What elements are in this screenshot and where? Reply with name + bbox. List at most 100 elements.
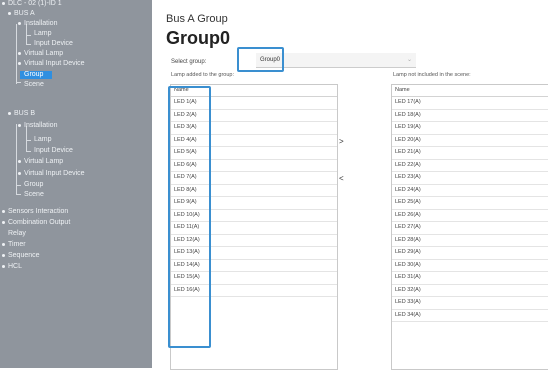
tree-item-label: Input Device: [34, 147, 73, 154]
tree-item-label: HCL: [8, 263, 23, 270]
bullet-icon: [2, 264, 5, 268]
chevron-down-icon: ⌄: [406, 57, 412, 63]
list-item[interactable]: LED 24(A): [392, 185, 548, 197]
tree-connector: [16, 185, 21, 186]
list-header: Name: [392, 85, 548, 97]
remove-from-group-button[interactable]: <: [339, 174, 344, 183]
group-select-highlight: [237, 47, 284, 72]
bullet-icon: [18, 51, 21, 55]
tree-connector: [16, 124, 17, 194]
bullet-icon: [18, 61, 21, 65]
tree-item-label: Lamp: [34, 30, 52, 37]
tree-item-sensors[interactable]: Sensors Interaction: [2, 208, 68, 216]
bullet-icon: [18, 159, 21, 163]
tree-item-scene-b[interactable]: Scene: [24, 191, 44, 199]
tree-item-label: Installation: [24, 20, 58, 27]
bullet-icon: [2, 220, 5, 224]
bullet-icon: [2, 253, 5, 257]
tree-item-label: Scene: [24, 191, 44, 198]
tree-connector: [16, 82, 21, 83]
tree-item-label: BUS A: [14, 10, 35, 17]
list-item[interactable]: LED 20(A): [392, 135, 548, 147]
bullet-icon: [8, 11, 11, 15]
list-item[interactable]: LED 22(A): [392, 160, 548, 172]
sidebar-tree: DLC - 02 (1)-ID 1 BUS A Installation Lam…: [0, 0, 152, 368]
page-title: Group0: [166, 28, 231, 48]
tree-item-label: Group: [24, 181, 44, 188]
tree-item-label: Scene: [24, 81, 44, 88]
tree-item-label: Virtual Lamp: [24, 50, 64, 57]
tree-item-installation-b[interactable]: Installation: [18, 122, 57, 130]
tree-item-virtual-lamp-b[interactable]: Virtual Lamp: [18, 158, 63, 166]
tree-item-combination[interactable]: Combination Output: [2, 219, 70, 227]
list-item[interactable]: LED 21(A): [392, 147, 548, 160]
tree-item-label: Virtual Lamp: [24, 158, 64, 165]
tree-item-label: Installation: [24, 122, 58, 129]
list-item[interactable]: LED 33(A): [392, 297, 548, 310]
tree-item-installation-a[interactable]: Installation: [18, 20, 57, 28]
tree-item-label: Group: [24, 71, 44, 78]
bullet-icon: [2, 209, 5, 213]
right-list-label: Lamp not included in the scene:: [393, 72, 471, 78]
list-item[interactable]: LED 32(A): [392, 285, 548, 297]
tree-connector: [26, 44, 31, 45]
list-item[interactable]: LED 29(A): [392, 247, 548, 260]
list-item[interactable]: LED 25(A): [392, 197, 548, 210]
tree-item-label: Combination Output: [8, 219, 71, 226]
list-item[interactable]: LED 30(A): [392, 260, 548, 272]
bullet-icon: [18, 123, 21, 127]
page-subtitle: Bus A Group: [166, 13, 228, 25]
bullet-icon: [8, 111, 11, 115]
tree-item-label: Relay: [8, 230, 26, 237]
tree-item-label: DLC - 02 (1)-ID 1: [8, 0, 62, 7]
list-item[interactable]: LED 27(A): [392, 222, 548, 235]
tree-item-label: Virtual Input Device: [24, 60, 85, 67]
tree-item-virtual-input-b[interactable]: Virtual Input Device: [18, 170, 85, 178]
tree-item-lamp-a[interactable]: Lamp: [34, 30, 52, 38]
tree-item-label: BUS B: [14, 110, 36, 117]
tree-item-label: Timer: [8, 241, 26, 248]
tree-item-lamp-b[interactable]: Lamp: [34, 136, 52, 144]
list-item[interactable]: LED 26(A): [392, 210, 548, 222]
tree-item-device[interactable]: DLC - 02 (1)-ID 1: [2, 0, 62, 8]
list-item[interactable]: LED 18(A): [392, 110, 548, 122]
tree-item-input-device-a[interactable]: Input Device: [34, 40, 73, 48]
tree-connector: [26, 140, 31, 141]
tree-item-input-device-b[interactable]: Input Device: [34, 147, 73, 155]
tree-item-hcl[interactable]: HCL: [2, 263, 22, 271]
left-list-label: Lamp added to the group:: [171, 72, 234, 78]
bullet-icon: [18, 21, 21, 25]
tree-connector: [26, 35, 31, 36]
tree-item-label: Sequence: [8, 252, 40, 259]
list-item[interactable]: LED 34(A): [392, 310, 548, 322]
tree-connector: [16, 24, 17, 84]
tree-item-virtual-input-a[interactable]: Virtual Input Device: [18, 60, 85, 68]
tree-item-label: Virtual Input Device: [24, 170, 85, 177]
bullet-icon: [2, 1, 5, 5]
main-panel: Bus A Group Group0 Select group: Group0 …: [152, 0, 548, 370]
tree-item-label: Lamp: [34, 136, 52, 143]
tree-item-bus-a[interactable]: BUS A: [8, 10, 35, 18]
tree-item-relay[interactable]: Relay: [8, 230, 26, 238]
add-to-group-button[interactable]: >: [339, 137, 344, 146]
added-lamps-highlight: [168, 86, 211, 348]
list-item[interactable]: LED 28(A): [392, 235, 548, 247]
list-item[interactable]: LED 19(A): [392, 122, 548, 135]
tree-item-scene-a[interactable]: Scene: [24, 81, 44, 89]
tree-connector: [26, 151, 31, 152]
bullet-icon: [2, 242, 5, 246]
tree-item-virtual-lamp-a[interactable]: Virtual Lamp: [18, 50, 63, 58]
available-lamps-list[interactable]: Name LED 17(A) LED 18(A) LED 19(A) LED 2…: [391, 84, 548, 370]
tree-item-label: Sensors Interaction: [8, 208, 69, 215]
tree-item-group-a[interactable]: Group: [20, 71, 52, 79]
tree-item-timer[interactable]: Timer: [2, 241, 26, 249]
tree-item-bus-b[interactable]: BUS B: [8, 110, 35, 118]
bullet-icon: [18, 171, 21, 175]
list-item[interactable]: LED 31(A): [392, 272, 548, 285]
tree-item-group-b[interactable]: Group: [24, 181, 43, 189]
tree-item-sequence[interactable]: Sequence: [2, 252, 40, 260]
list-item[interactable]: LED 23(A): [392, 172, 548, 185]
select-group-label: Select group:: [171, 59, 207, 65]
list-item[interactable]: LED 17(A): [392, 97, 548, 110]
tree-item-label: Input Device: [34, 40, 73, 47]
